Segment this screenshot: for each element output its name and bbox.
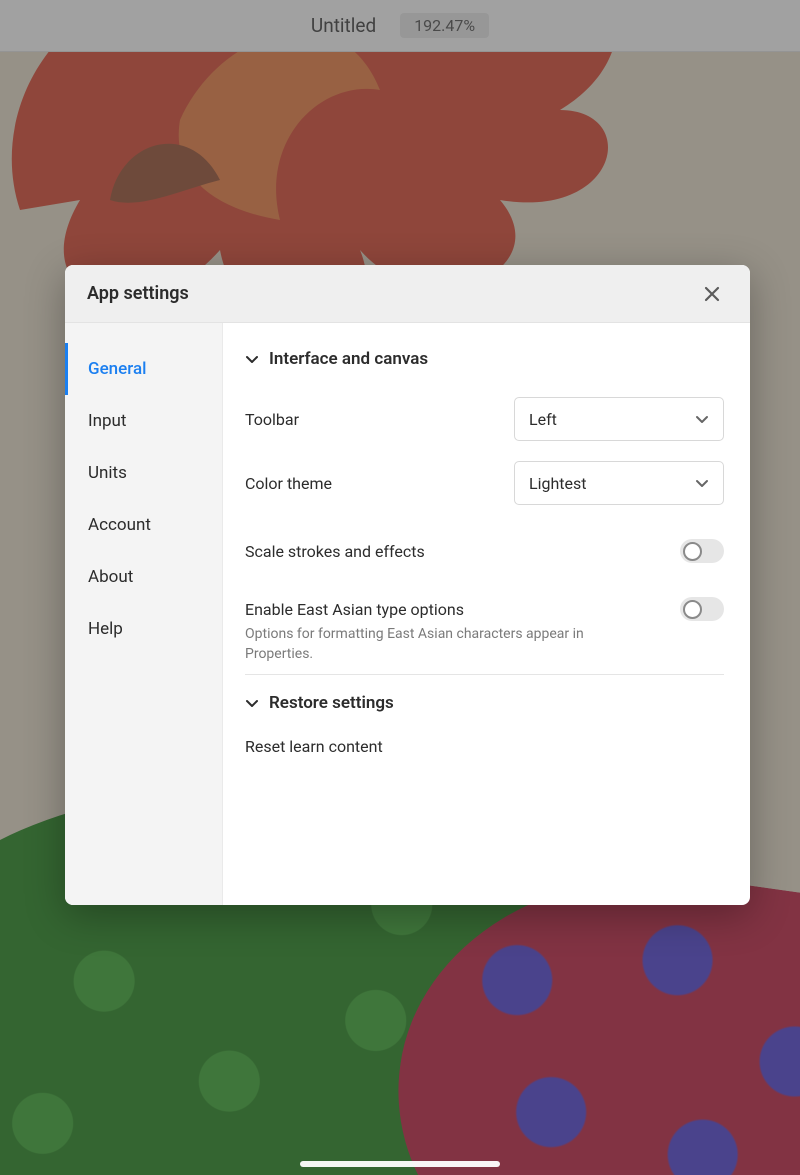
sidebar-item-units[interactable]: Units [65,447,222,499]
chevron-down-icon [695,412,709,426]
color-theme-select[interactable]: Lightest [514,461,724,505]
sidebar-item-help[interactable]: Help [65,603,222,655]
close-button[interactable] [696,278,728,310]
close-icon [703,285,721,303]
settings-panel: Interface and canvas Toolbar Left Color … [223,323,750,905]
section-restore-title: Restore settings [269,693,394,713]
divider [245,674,724,675]
reset-learn-content[interactable]: Reset learn content [245,731,724,762]
chevron-down-icon [245,352,259,366]
chevron-down-icon [695,476,709,490]
color-theme-label: Color theme [245,474,514,493]
modal-title: App settings [87,283,696,304]
settings-sidebar: General Input Units Account About Help [65,323,223,905]
east-asian-toggle[interactable] [680,597,724,621]
modal-header: App settings [65,265,750,323]
scale-strokes-label: Scale strokes and effects [245,542,680,561]
color-theme-select-value: Lightest [529,474,587,493]
sidebar-item-general[interactable]: General [65,343,222,395]
toolbar-label: Toolbar [245,410,514,429]
east-asian-label: Enable East Asian type options [245,600,680,619]
toolbar-select-value: Left [529,410,557,429]
section-interface-toggle[interactable]: Interface and canvas [245,349,724,369]
east-asian-description: Options for formatting East Asian charac… [245,625,605,664]
section-interface-title: Interface and canvas [269,349,428,369]
home-indicator[interactable] [300,1161,500,1167]
sidebar-item-account[interactable]: Account [65,499,222,551]
sidebar-item-input[interactable]: Input [65,395,222,447]
sidebar-item-about[interactable]: About [65,551,222,603]
toolbar-select[interactable]: Left [514,397,724,441]
section-restore-toggle[interactable]: Restore settings [245,693,724,713]
scale-strokes-toggle[interactable] [680,539,724,563]
chevron-down-icon [245,696,259,710]
app-settings-modal: App settings General Input Units Account… [65,265,750,905]
